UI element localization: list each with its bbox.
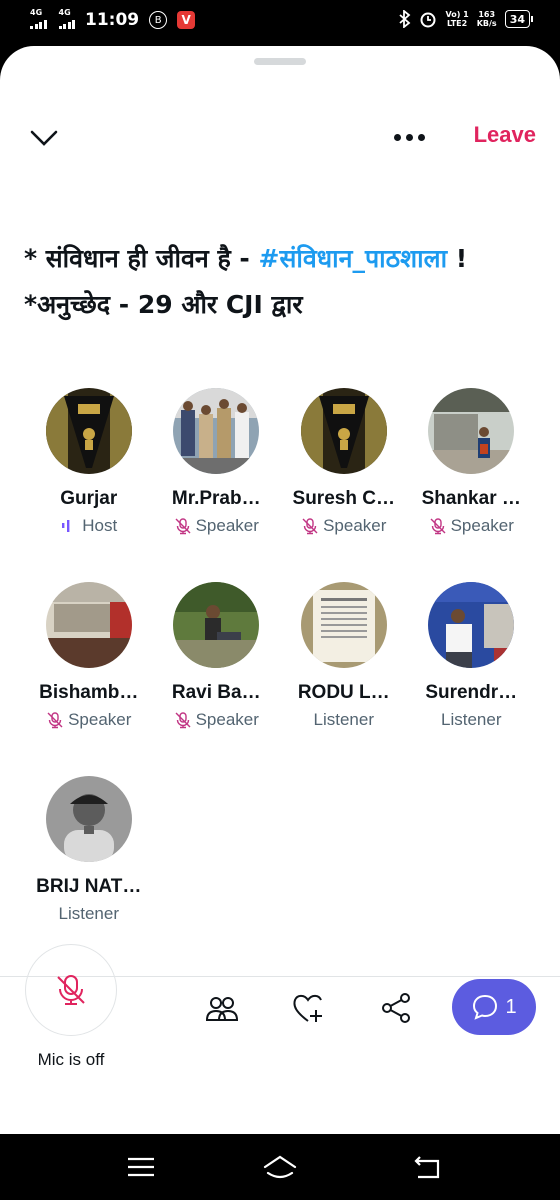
role-label: Speaker — [68, 710, 132, 729]
leave-button[interactable]: Leave — [474, 122, 536, 148]
avatar — [45, 582, 132, 668]
battery-icon: 34 — [504, 10, 534, 28]
hashtag-link[interactable]: #संविधान_पाठशाला — [259, 244, 448, 273]
chat-button[interactable]: 1 — [452, 979, 536, 1035]
participant[interactable]: RODU L… Listener — [280, 582, 408, 776]
mic-off-icon — [175, 518, 191, 535]
b-notification-icon: B — [149, 11, 168, 29]
participant[interactable]: BRIJ NAT… Listener — [25, 776, 153, 970]
participant-role: Speaker — [429, 516, 514, 536]
role-label: Listener — [313, 710, 374, 729]
chat-count: 1 — [505, 995, 517, 1018]
participant[interactable]: Suresh C… Speaker — [280, 388, 408, 582]
participant-name: Gurjar — [60, 488, 118, 509]
mic-off-icon — [302, 518, 318, 535]
chat-bubble-icon — [473, 994, 498, 1020]
participant-name: Suresh C… — [292, 488, 395, 509]
participant-role: Host — [60, 516, 117, 536]
participant-name: RODU L… — [297, 682, 390, 703]
participant-role: Speaker — [301, 516, 386, 536]
mic-off-icon — [57, 975, 85, 1005]
status-bar: 4G 4G 11:09 B V Vo) 1 LTE2 163 KB/s 34 — [0, 0, 560, 44]
space-title: * संविधान ही जीवन है - #संविधान_पाठशाला … — [24, 236, 544, 328]
mic-off-icon — [175, 712, 191, 729]
participant[interactable]: Shankar … Speaker — [408, 388, 536, 582]
participants-grid: Gurjar Host Mr.Prab… Speaker Suresh C… S… — [25, 388, 535, 970]
participant-name: Mr.Prab… — [171, 488, 261, 509]
mic-status-label: Mic is off — [37, 1050, 105, 1069]
participant-role: Listener — [441, 710, 501, 730]
avatar — [45, 388, 132, 474]
avatar — [300, 582, 387, 668]
participant-role: Listener — [314, 710, 374, 730]
participant-name: Surendr… — [425, 682, 518, 703]
participant[interactable]: Ravi Ba… Speaker — [153, 582, 281, 776]
more-options-button[interactable] — [388, 122, 430, 152]
signal-2-icon: 4G — [58, 8, 75, 29]
chevron-down-icon[interactable] — [28, 122, 60, 154]
people-icon[interactable] — [204, 990, 240, 1026]
participant[interactable]: Bishamb… Speaker — [25, 582, 153, 776]
role-label: Speaker — [195, 516, 259, 535]
mic-toggle-button[interactable] — [25, 944, 117, 1036]
participant-name: Ravi Ba… — [171, 682, 261, 703]
avatar — [173, 582, 260, 668]
network-speed: 163 KB/s — [476, 10, 497, 28]
avatar — [428, 388, 515, 474]
avatar — [45, 776, 132, 862]
participant[interactable]: Surendr… Listener — [408, 582, 536, 776]
participant-role: Speaker — [174, 516, 259, 536]
title-text: * संविधान ही जीवन है - — [24, 244, 259, 273]
heart-plus-icon[interactable] — [290, 990, 326, 1026]
signal-1-icon: 4G — [30, 8, 47, 29]
role-label: Speaker — [450, 516, 514, 535]
space-sheet: Leave * संविधान ही जीवन है - #संविधान_पा… — [0, 46, 560, 1134]
participant-role: Listener — [59, 904, 119, 924]
share-icon[interactable] — [378, 990, 414, 1026]
alarm-icon — [420, 12, 436, 28]
clock: 11:09 — [85, 10, 140, 30]
host-bars-icon — [62, 520, 70, 532]
back-icon[interactable] — [412, 1153, 442, 1181]
mic-off-icon — [47, 712, 63, 729]
role-label: Listener — [441, 710, 502, 729]
mic-off-icon — [430, 518, 446, 535]
volte-indicator: Vo) 1 LTE2 — [445, 10, 469, 28]
network-type-1: 4G — [30, 8, 43, 17]
system-nav-bar — [0, 1134, 560, 1200]
avatar — [428, 582, 515, 668]
drag-handle[interactable] — [254, 58, 306, 65]
participant-name: Shankar … — [421, 488, 521, 509]
network-type-2: 4G — [58, 8, 71, 17]
participant-role: Speaker — [174, 710, 259, 730]
avatar — [173, 388, 260, 474]
participant[interactable]: Mr.Prab… Speaker — [153, 388, 281, 582]
role-label: Listener — [58, 904, 119, 923]
avatar — [300, 388, 387, 474]
role-label: Host — [82, 516, 118, 535]
role-label: Speaker — [195, 710, 259, 729]
role-label: Speaker — [323, 516, 387, 535]
v-notification-icon: V — [177, 11, 196, 29]
participant-name: Bishamb… — [39, 682, 139, 703]
home-icon[interactable] — [262, 1153, 298, 1181]
participant-name: BRIJ NAT… — [36, 876, 142, 897]
menu-icon[interactable] — [126, 1153, 156, 1181]
participant-role: Speaker — [46, 710, 131, 730]
bluetooth-icon — [399, 10, 411, 28]
participant[interactable]: Gurjar Host — [25, 388, 153, 582]
